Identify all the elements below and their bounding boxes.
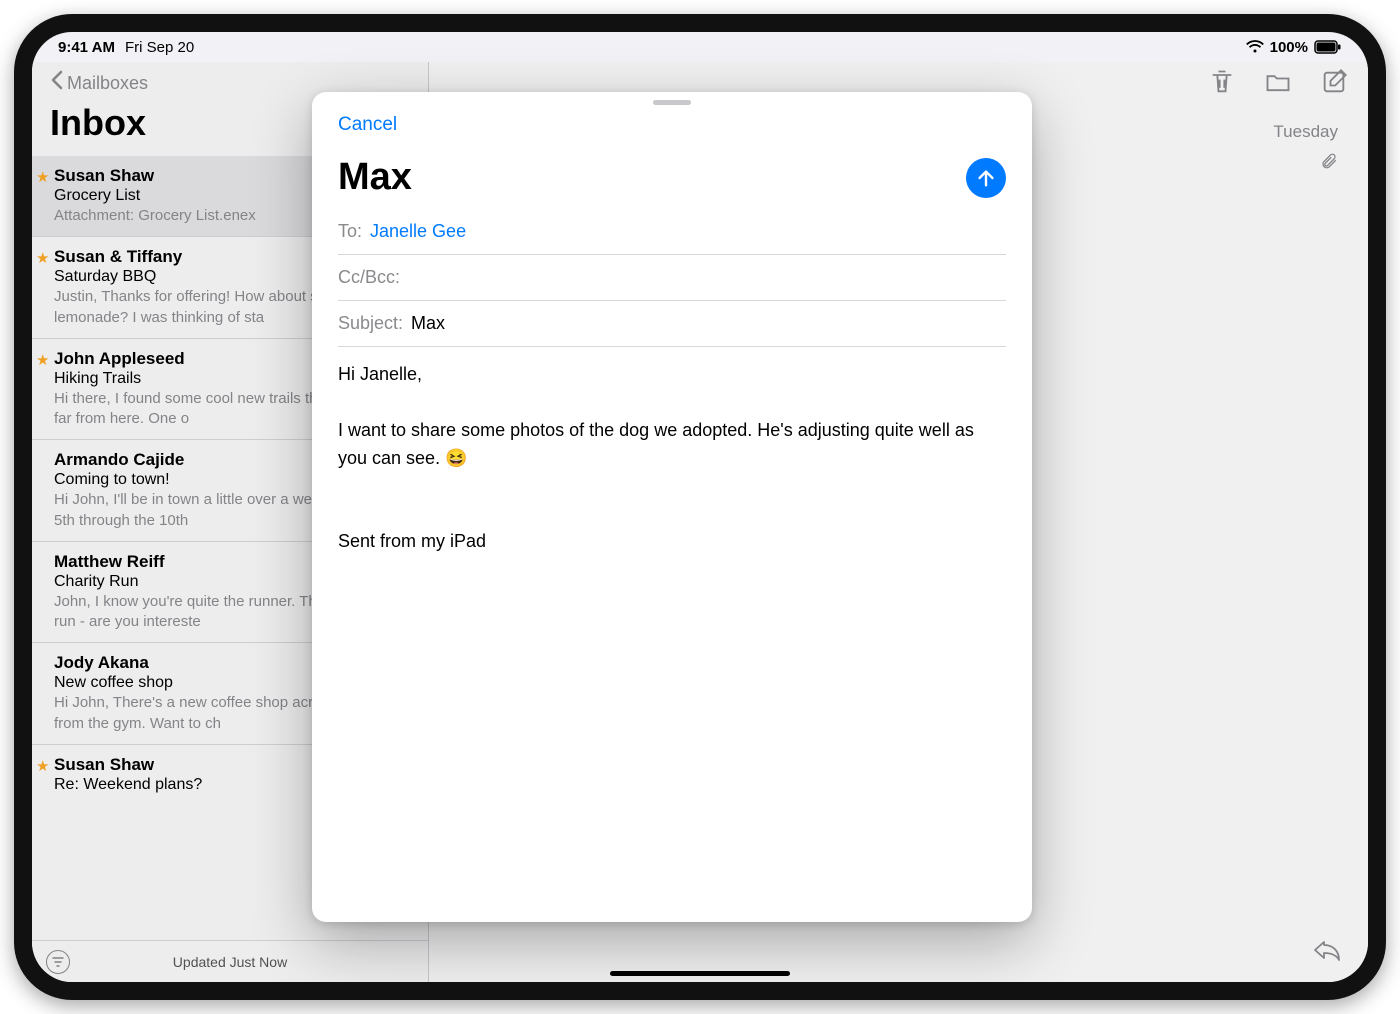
chevron-left-icon [50,70,63,96]
subject-value[interactable]: Max [411,313,445,334]
status-date: Fri Sep 20 [125,39,194,56]
send-button[interactable] [966,158,1006,198]
home-indicator[interactable] [610,971,790,976]
screen: 9:41 AM Fri Sep 20 100% [32,32,1368,982]
sheet-grabber[interactable] [653,100,691,105]
star-icon: ★ [36,351,49,369]
star-icon: ★ [36,249,49,267]
status-battery-text: 100% [1270,39,1308,56]
compose-sheet: Cancel Max To: Janelle Gee Cc/Bcc: Subje… [312,92,1032,922]
subject-label: Subject: [338,313,403,334]
arrow-up-icon [975,167,997,189]
to-label: To: [338,221,362,242]
mailboxes-label: Mailboxes [67,73,148,94]
ccbcc-field[interactable]: Cc/Bcc: [338,255,1006,301]
compose-icon[interactable] [1320,68,1348,101]
to-field[interactable]: To: Janelle Gee [338,209,1006,255]
compose-body[interactable]: Hi Janelle, I want to share some photos … [338,347,1006,556]
subject-field[interactable]: Subject: Max [338,301,1006,347]
to-value[interactable]: Janelle Gee [370,221,466,242]
wifi-icon [1246,40,1264,54]
folder-icon[interactable] [1264,68,1292,101]
compose-title: Max [338,156,412,199]
sidebar-footer: Updated Just Now [32,940,428,982]
ccbcc-label: Cc/Bcc: [338,267,400,288]
message-date: Tuesday [1273,122,1338,142]
ipad-frame: 9:41 AM Fri Sep 20 100% [14,14,1386,1000]
cancel-button[interactable]: Cancel [338,114,397,136]
filter-icon[interactable] [46,950,70,974]
status-bar: 9:41 AM Fri Sep 20 100% [32,32,1368,62]
star-icon: ★ [36,757,49,775]
trash-icon[interactable] [1208,68,1236,101]
reply-icon[interactable] [1312,937,1342,968]
battery-icon [1314,40,1342,54]
status-time: 9:41 AM [58,39,115,56]
attachment-icon [1273,152,1338,170]
updated-label: Updated Just Now [173,954,287,970]
star-icon: ★ [36,168,49,186]
